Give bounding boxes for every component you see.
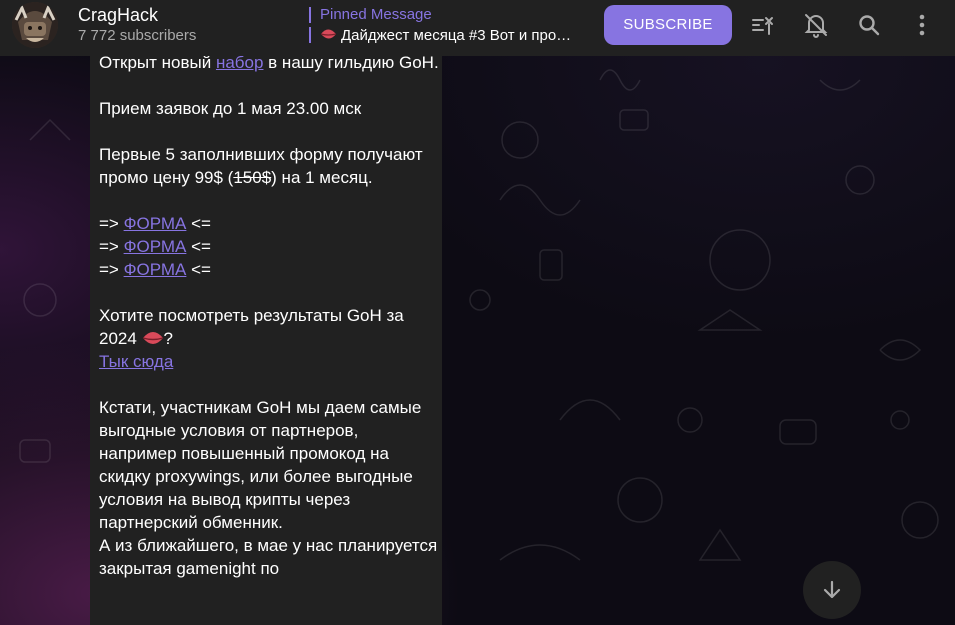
chat-header: CragHack 7 772 subscribers Pinned Messag…: [0, 0, 955, 56]
recruit-line: Открыт новый набор в нашу гильдию GoH.: [99, 56, 439, 74]
form-link-1[interactable]: ФОРМА: [124, 214, 187, 233]
channel-avatar[interactable]: [12, 2, 58, 48]
pinned-message[interactable]: Pinned Message Дайджест месяца #3 Вот и …: [308, 4, 588, 48]
text: <=: [186, 214, 211, 233]
form-link-2[interactable]: ФОРМА: [124, 237, 187, 256]
message-bubble: Открыт новый набор в нашу гильдию GoH. П…: [90, 56, 442, 625]
channel-title[interactable]: CragHack: [78, 5, 158, 26]
text: =>: [99, 260, 124, 279]
partners-line: Кстати, участникам GoH мы даем самые выг…: [99, 398, 422, 532]
form-line: => ФОРМА <=: [99, 258, 439, 281]
pinned-label: Pinned Message: [320, 6, 432, 23]
pinned-preview-text: Дайджест месяца #3 Вот и про…: [341, 27, 572, 44]
recruit-link[interactable]: набор: [216, 56, 264, 72]
subscribe-button[interactable]: SUBSCRIBE: [604, 5, 732, 45]
gamenight-line: А из ближайшего, в мае у нас планируется…: [99, 536, 438, 578]
text: <=: [186, 237, 211, 256]
form-line: => ФОРМА <=: [99, 212, 439, 235]
old-price: 150$: [233, 168, 272, 187]
scroll-down-button[interactable]: [803, 561, 861, 619]
message-text: Открыт новый набор в нашу гильдию GoH. П…: [99, 56, 439, 580]
text: Открыт новый: [99, 56, 216, 72]
boost-icon[interactable]: [746, 8, 780, 42]
results-link[interactable]: Тык сюда: [99, 352, 173, 371]
text: =>: [99, 214, 124, 233]
promo-line: Первые 5 заполнивших форму получают пром…: [99, 143, 439, 189]
pinned-indicator: [309, 7, 311, 45]
bell-muted-icon[interactable]: [799, 8, 833, 42]
text: <=: [186, 260, 211, 279]
results-link-line: Тык сюда: [99, 350, 439, 373]
avatar-image: [12, 2, 58, 48]
form-link-3[interactable]: ФОРМА: [124, 260, 187, 279]
text: =>: [99, 237, 124, 256]
text: ) на 1 месяц.: [271, 168, 373, 187]
results-line: Хотите посмотреть результаты GoH за 2024…: [99, 304, 439, 350]
arrow-down-icon: [823, 580, 841, 599]
subscriber-count: 7 772 subscribers: [78, 27, 197, 44]
deadline-line: Прием заявок до 1 мая 23.00 мск: [99, 99, 362, 118]
text: в нашу гильдию GoH.: [263, 56, 439, 72]
lips-emoji-icon: [320, 29, 337, 39]
pinned-preview: Дайджест месяца #3 Вот и про…: [320, 27, 582, 44]
more-vertical-icon[interactable]: [905, 8, 939, 42]
search-icon[interactable]: [852, 8, 886, 42]
lips-emoji-icon: [142, 332, 163, 344]
text: ?: [163, 329, 174, 348]
form-line: => ФОРМА <=: [99, 235, 439, 258]
